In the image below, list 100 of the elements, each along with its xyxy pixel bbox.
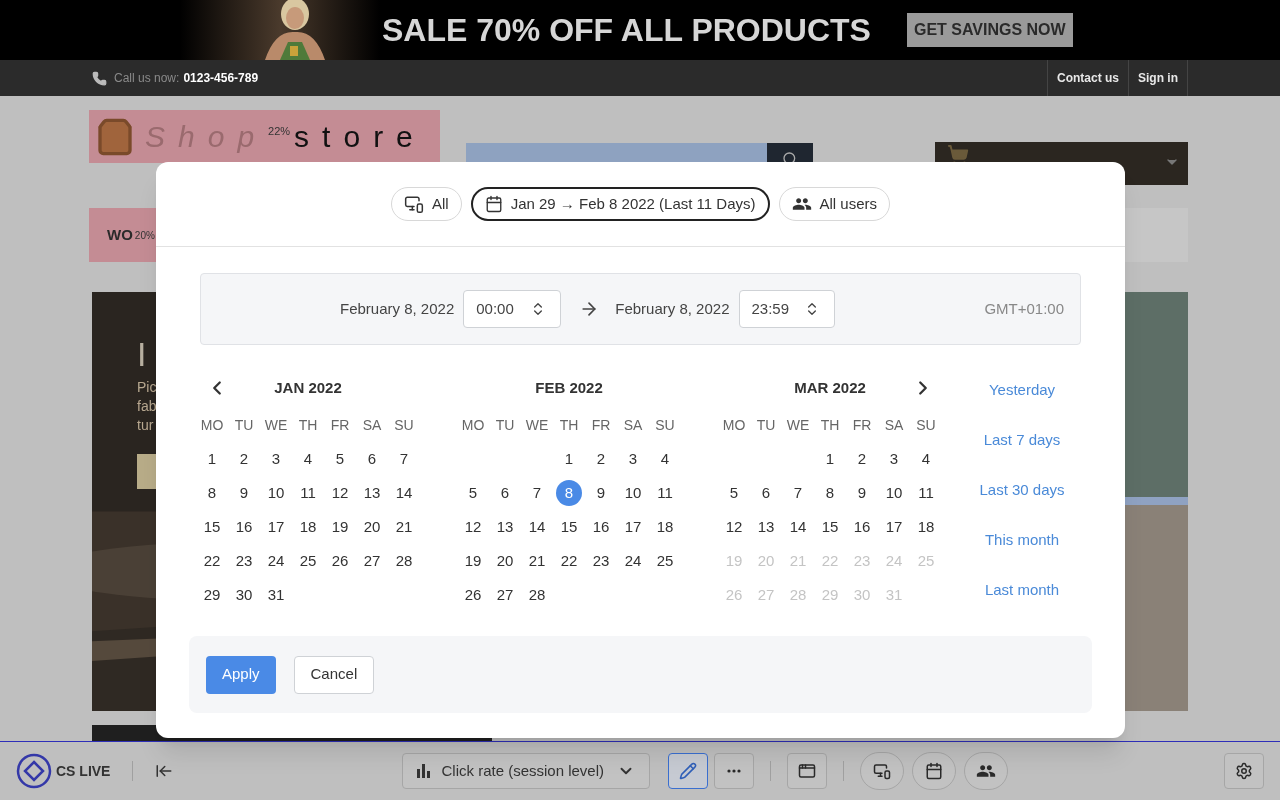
calendar-day[interactable]: 19 bbox=[327, 514, 353, 540]
header-link[interactable]: Sign in bbox=[1129, 60, 1188, 96]
metric-dropdown[interactable]: Click rate (session level) bbox=[402, 753, 651, 789]
calendar-day[interactable]: 7 bbox=[524, 480, 550, 506]
hero-text: fab bbox=[137, 397, 157, 416]
calendar-day[interactable]: 20 bbox=[492, 548, 518, 574]
calendar-day[interactable]: 23 bbox=[588, 548, 614, 574]
header-link[interactable]: Contact us bbox=[1048, 60, 1129, 96]
calendar-day[interactable]: 19 bbox=[460, 548, 486, 574]
calendar-day[interactable]: 13 bbox=[359, 480, 385, 506]
calendar-day[interactable]: 28 bbox=[524, 582, 550, 608]
calendar-day[interactable]: 1 bbox=[199, 446, 225, 472]
calendar-day[interactable]: 11 bbox=[295, 480, 321, 506]
end-time-field[interactable]: 23:59 bbox=[738, 290, 835, 328]
calendar-day[interactable]: 16 bbox=[849, 514, 875, 540]
weekday-label: SU bbox=[394, 415, 414, 435]
devices-button[interactable] bbox=[860, 752, 905, 790]
calendar-day[interactable]: 16 bbox=[588, 514, 614, 540]
calendar-day[interactable]: 21 bbox=[524, 548, 550, 574]
calendar-day[interactable]: 21 bbox=[391, 514, 417, 540]
preset-link[interactable]: Last month bbox=[961, 573, 1083, 607]
calendar-day[interactable]: 6 bbox=[753, 480, 779, 506]
calendar-day[interactable]: 15 bbox=[199, 514, 225, 540]
calendar-day[interactable]: 6 bbox=[492, 480, 518, 506]
calendar-day[interactable]: 10 bbox=[620, 480, 646, 506]
calendar-day[interactable]: 8 bbox=[817, 480, 843, 506]
calendar-day[interactable]: 20 bbox=[359, 514, 385, 540]
calendar-day[interactable]: 15 bbox=[556, 514, 582, 540]
calendar-day[interactable]: 5 bbox=[327, 446, 353, 472]
calendar-day[interactable]: 27 bbox=[492, 582, 518, 608]
calendar-day[interactable]: 12 bbox=[721, 514, 747, 540]
preset-link[interactable]: Yesterday bbox=[961, 373, 1083, 407]
calendar-day[interactable]: 11 bbox=[913, 480, 939, 506]
calendar-day[interactable]: 17 bbox=[620, 514, 646, 540]
calendar-day[interactable]: 22 bbox=[556, 548, 582, 574]
calendar-day[interactable]: 2 bbox=[849, 446, 875, 472]
users-button[interactable] bbox=[964, 752, 1009, 790]
calendar-day[interactable]: 4 bbox=[652, 446, 678, 472]
preset-link[interactable]: Last 30 days bbox=[961, 473, 1083, 507]
calendar-day[interactable]: 18 bbox=[652, 514, 678, 540]
calendar-day[interactable]: 5 bbox=[721, 480, 747, 506]
calendar-day[interactable]: 26 bbox=[327, 548, 353, 574]
calendar-day[interactable]: 3 bbox=[263, 446, 289, 472]
calendar-day[interactable]: 9 bbox=[588, 480, 614, 506]
calendar-day[interactable]: 29 bbox=[199, 582, 225, 608]
calendar-day[interactable]: 27 bbox=[359, 548, 385, 574]
calendar-day[interactable]: 12 bbox=[327, 480, 353, 506]
calendar-day[interactable]: 13 bbox=[753, 514, 779, 540]
calendar-day[interactable]: 3 bbox=[881, 446, 907, 472]
calendar-day[interactable]: 25 bbox=[295, 548, 321, 574]
calendar-day[interactable]: 10 bbox=[881, 480, 907, 506]
calendar-day[interactable]: 31 bbox=[263, 582, 289, 608]
cancel-button[interactable]: Cancel bbox=[293, 655, 375, 694]
savings-button[interactable]: GET SAVINGS NOW bbox=[906, 13, 1073, 47]
edit-button[interactable] bbox=[668, 753, 709, 789]
calendar-day[interactable]: 18 bbox=[913, 514, 939, 540]
calendar-day[interactable]: 7 bbox=[785, 480, 811, 506]
settings-button[interactable] bbox=[1224, 753, 1264, 789]
calendar-day[interactable]: 16 bbox=[231, 514, 257, 540]
calendar-day[interactable]: 24 bbox=[263, 548, 289, 574]
calendar-day[interactable]: 15 bbox=[817, 514, 843, 540]
calendar-day[interactable]: 22 bbox=[199, 548, 225, 574]
calendar-day[interactable]: 13 bbox=[492, 514, 518, 540]
calendar-day[interactable]: 11 bbox=[652, 480, 678, 506]
calendar-button[interactable] bbox=[912, 752, 957, 790]
calendar-day[interactable]: 1 bbox=[556, 446, 582, 472]
calendar-day[interactable]: 9 bbox=[231, 480, 257, 506]
calendar-day[interactable]: 10 bbox=[263, 480, 289, 506]
calendar-day[interactable]: 3 bbox=[620, 446, 646, 472]
calendar-day[interactable]: 8 bbox=[199, 480, 225, 506]
preset-link[interactable]: This month bbox=[961, 523, 1083, 557]
calendar-day[interactable]: 26 bbox=[460, 582, 486, 608]
calendar-day[interactable]: 6 bbox=[359, 446, 385, 472]
calendar-day[interactable]: 2 bbox=[231, 446, 257, 472]
calendar-day[interactable]: 18 bbox=[295, 514, 321, 540]
calendar-day[interactable]: 23 bbox=[231, 548, 257, 574]
collapse-button[interactable] bbox=[155, 762, 174, 780]
calendar-day[interactable]: 4 bbox=[295, 446, 321, 472]
calendar-day[interactable]: 7 bbox=[391, 446, 417, 472]
calendar-day[interactable]: 4 bbox=[913, 446, 939, 472]
calendar-day[interactable]: 5 bbox=[460, 480, 486, 506]
window-button[interactable] bbox=[787, 753, 828, 789]
start-time-field[interactable]: 00:00 bbox=[463, 290, 562, 328]
calendar-day[interactable]: 24 bbox=[620, 548, 646, 574]
calendar-day[interactable]: 25 bbox=[652, 548, 678, 574]
calendar-day[interactable]: 2 bbox=[588, 446, 614, 472]
calendar-day[interactable]: 30 bbox=[231, 582, 257, 608]
calendar-day: 23 bbox=[849, 548, 875, 574]
calendar-day[interactable]: 14 bbox=[785, 514, 811, 540]
calendar-day[interactable]: 28 bbox=[391, 548, 417, 574]
calendar-day[interactable]: 17 bbox=[881, 514, 907, 540]
weekday-label: MO bbox=[200, 415, 224, 435]
calendar-day[interactable]: 14 bbox=[524, 514, 550, 540]
calendar-day[interactable]: 14 bbox=[391, 480, 417, 506]
preset-link[interactable]: Last 7 days bbox=[961, 423, 1083, 457]
filter-chip[interactable]: Jan 29 → Feb 8 2022 (Last 11 Days) bbox=[470, 187, 770, 221]
calendar-day[interactable]: 17 bbox=[263, 514, 289, 540]
calendar-day[interactable]: 1 bbox=[817, 446, 843, 472]
calendar-day[interactable]: 9 bbox=[849, 480, 875, 506]
calendar-day[interactable]: 12 bbox=[460, 514, 486, 540]
